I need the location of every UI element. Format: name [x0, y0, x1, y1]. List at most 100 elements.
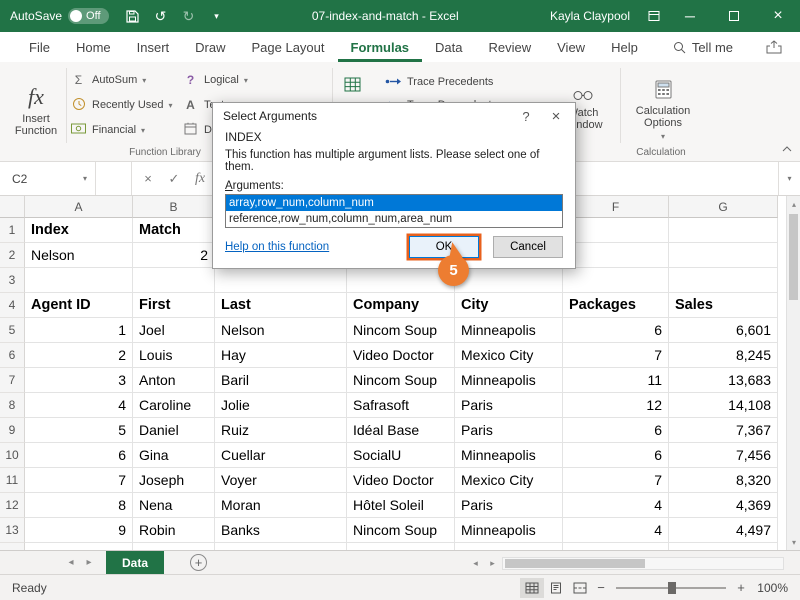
cell-D14[interactable]: Nincom Soup [347, 543, 455, 550]
cell-B12[interactable]: Nena [133, 493, 215, 518]
cell-A8[interactable]: 4 [25, 393, 133, 418]
dialog-close-button[interactable]: × [541, 105, 571, 127]
cell-A11[interactable]: 7 [25, 468, 133, 493]
cell-A2[interactable]: Nelson [25, 243, 133, 268]
maximize-button[interactable] [712, 0, 756, 32]
cell-A12[interactable]: 8 [25, 493, 133, 518]
cell-A6[interactable]: 2 [25, 343, 133, 368]
cell-G9[interactable]: 7,367 [669, 418, 778, 443]
cell-F10[interactable]: 6 [563, 443, 669, 468]
cell-C4[interactable]: Last [215, 293, 347, 318]
cell-G10[interactable]: 7,456 [669, 443, 778, 468]
cell-B10[interactable]: Gina [133, 443, 215, 468]
row-header-6[interactable]: 6 [0, 343, 25, 368]
cell-B1[interactable]: Match [133, 218, 215, 243]
save-button[interactable] [119, 0, 147, 32]
cell-B7[interactable]: Anton [133, 368, 215, 393]
autosave-toggle[interactable]: AutoSave Off [0, 8, 119, 24]
cell-G11[interactable]: 8,320 [669, 468, 778, 493]
name-manager-button[interactable] [338, 70, 366, 98]
collapse-ribbon-button[interactable] [782, 143, 792, 155]
cell-E12[interactable]: Paris [455, 493, 563, 518]
page-break-view-button[interactable] [568, 578, 592, 598]
cell-G6[interactable]: 8,245 [669, 343, 778, 368]
cell-D6[interactable]: Video Doctor [347, 343, 455, 368]
page-layout-view-button[interactable] [544, 578, 568, 598]
cell-E5[interactable]: Minneapolis [455, 318, 563, 343]
ribbon-tab-home[interactable]: Home [63, 32, 124, 62]
ribbon-tab-help[interactable]: Help [598, 32, 651, 62]
row-header-3[interactable]: 3 [0, 268, 25, 293]
cell-B11[interactable]: Joseph [133, 468, 215, 493]
cancel-button[interactable]: Cancel [493, 236, 563, 258]
cell-B5[interactable]: Joel [133, 318, 215, 343]
name-box-splitter[interactable] [96, 162, 132, 195]
horizontal-scroll-thumb[interactable] [505, 559, 645, 568]
column-header-A[interactable]: A [25, 196, 133, 218]
share-button[interactable] [766, 32, 782, 62]
cell-F5[interactable]: 6 [563, 318, 669, 343]
dialog-title-bar[interactable]: Select Arguments ? × [213, 103, 575, 129]
cell-F14[interactable]: 4 [563, 543, 669, 550]
recently-used-button[interactable]: Recently Used ▾ [70, 97, 173, 113]
cell-A5[interactable]: 1 [25, 318, 133, 343]
scroll-up-icon[interactable]: ▴ [787, 196, 800, 212]
cell-E4[interactable]: City [455, 293, 563, 318]
calculation-options-button[interactable]: Calculation Options ▾ [628, 68, 698, 152]
cell-G13[interactable]: 4,497 [669, 518, 778, 543]
cancel-entry-button[interactable]: × [136, 162, 160, 195]
undo-button[interactable]: ↺ [147, 0, 175, 32]
cell-F11[interactable]: 7 [563, 468, 669, 493]
vertical-scroll-thumb[interactable] [789, 214, 798, 300]
cell-E3[interactable] [455, 268, 563, 293]
cell-C7[interactable]: Baril [215, 368, 347, 393]
trace-precedents-button[interactable]: Trace Precedents [385, 74, 497, 90]
tell-me-button[interactable]: Tell me [673, 32, 733, 62]
cell-C9[interactable]: Ruiz [215, 418, 347, 443]
cell-G14[interactable]: 1,344 [669, 543, 778, 550]
financial-button[interactable]: Financial ▾ [70, 122, 173, 138]
row-header-5[interactable]: 5 [0, 318, 25, 343]
cell-C14[interactable]: Vallée [215, 543, 347, 550]
zoom-out-button[interactable]: − [592, 580, 610, 595]
cell-D12[interactable]: Hôtel Soleil [347, 493, 455, 518]
cell-F4[interactable]: Packages [563, 293, 669, 318]
column-header-G[interactable]: G [669, 196, 778, 218]
cell-E13[interactable]: Minneapolis [455, 518, 563, 543]
cell-B2[interactable]: 2 [133, 243, 215, 268]
cell-F8[interactable]: 12 [563, 393, 669, 418]
ribbon-tab-file[interactable]: File [16, 32, 63, 62]
select-all-corner[interactable] [0, 196, 25, 218]
cell-B3[interactable] [133, 268, 215, 293]
cell-E8[interactable]: Paris [455, 393, 563, 418]
column-header-B[interactable]: B [133, 196, 215, 218]
minimize-button[interactable]: ─ [668, 0, 712, 32]
cell-E9[interactable]: Paris [455, 418, 563, 443]
ribbon-tab-review[interactable]: Review [476, 32, 545, 62]
argument-option-0[interactable]: array,row_num,column_num [226, 195, 562, 211]
cell-G12[interactable]: 4,369 [669, 493, 778, 518]
cell-A4[interactable]: Agent ID [25, 293, 133, 318]
cell-A1[interactable]: Index [25, 218, 133, 243]
cell-A14[interactable]: 10 [25, 543, 133, 550]
logical-button[interactable]: ? Logical ▾ [182, 72, 274, 88]
row-header-12[interactable]: 12 [0, 493, 25, 518]
row-header-14[interactable]: 14 [0, 543, 25, 550]
cell-E7[interactable]: Minneapolis [455, 368, 563, 393]
cell-F7[interactable]: 11 [563, 368, 669, 393]
cell-B13[interactable]: Robin [133, 518, 215, 543]
row-header-9[interactable]: 9 [0, 418, 25, 443]
help-on-function-link[interactable]: Help on this function [225, 241, 409, 253]
cell-E14[interactable]: Mexico City [455, 543, 563, 550]
cell-F3[interactable] [563, 268, 669, 293]
scroll-left-icon[interactable]: ◂ [468, 558, 483, 569]
ribbon-tab-view[interactable]: View [544, 32, 598, 62]
dialog-help-button[interactable]: ? [511, 105, 541, 127]
ribbon-tab-formulas[interactable]: Formulas [338, 32, 423, 62]
ribbon-tab-data[interactable]: Data [422, 32, 475, 62]
sheet-nav-right-icon[interactable]: ▸ [80, 551, 98, 574]
cell-B14[interactable]: Sofia [133, 543, 215, 550]
cell-D4[interactable]: Company [347, 293, 455, 318]
row-header-4[interactable]: 4 [0, 293, 25, 318]
close-button[interactable]: × [756, 0, 800, 32]
